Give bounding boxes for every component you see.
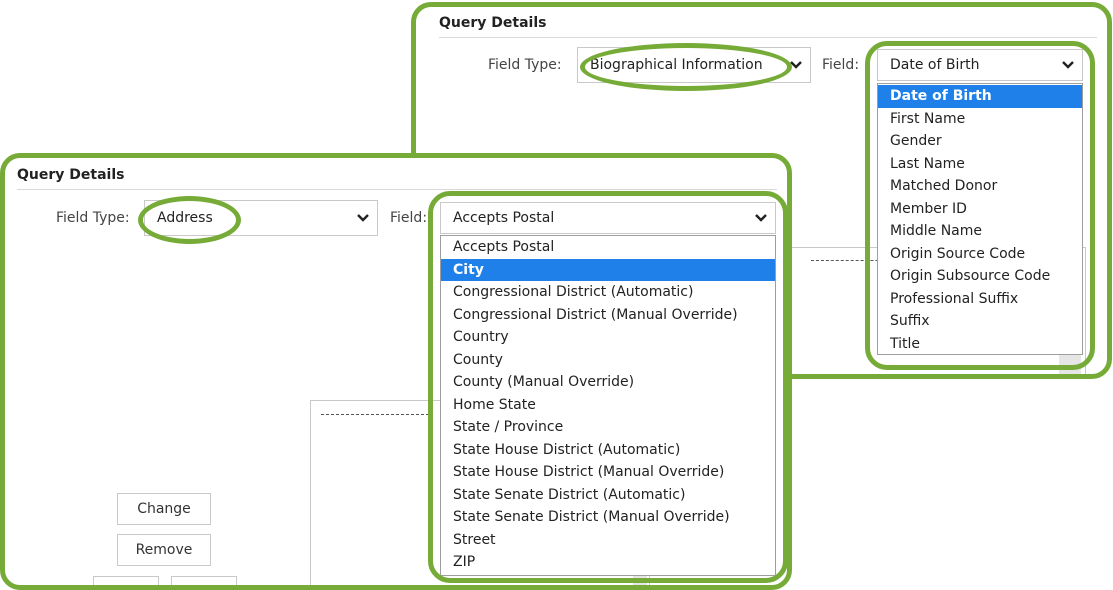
- field-highlight: [865, 41, 1095, 370]
- panel-title: Query Details: [439, 15, 547, 31]
- field-type-label: Field Type:: [56, 210, 130, 226]
- or-button[interactable]: Or: [171, 576, 237, 585]
- title-divider: [17, 189, 777, 190]
- field-label: Field:: [822, 57, 860, 73]
- title-divider: [439, 37, 1097, 38]
- remove-button[interactable]: Remove: [117, 534, 211, 566]
- field-highlight: [428, 191, 787, 583]
- panel-title: Query Details: [17, 167, 125, 183]
- field-label: Field:: [390, 210, 428, 226]
- query-details-panel-front: Query Details Field Type: Address Field:…: [0, 153, 792, 590]
- field-type-label: Field Type:: [488, 57, 562, 73]
- field-type-highlight: [580, 43, 792, 91]
- and-button[interactable]: And: [93, 576, 159, 585]
- field-type-highlight: [138, 196, 241, 244]
- chevron-down-icon: [357, 214, 369, 222]
- change-button[interactable]: Change: [117, 493, 211, 525]
- criteria-separator: [321, 414, 429, 415]
